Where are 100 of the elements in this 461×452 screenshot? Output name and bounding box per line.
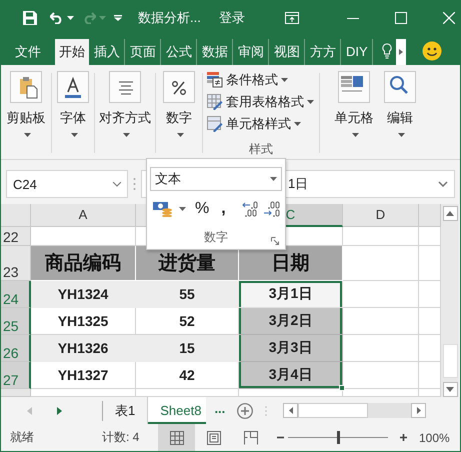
customize-icon[interactable] — [114, 14, 122, 20]
ribbon-button[interactable]: 剪贴板 — [5, 65, 47, 159]
caret-right-icon — [398, 49, 403, 55]
sheet-tab[interactable]: Sheet8 — [148, 397, 206, 424]
page-layout-icon — [206, 430, 220, 444]
dialog-launcher-icon[interactable] — [271, 237, 279, 245]
table-cell: YH1324 — [31, 281, 136, 308]
row-header[interactable]: 22 — [1, 227, 31, 246]
fill-handle[interactable] — [339, 385, 345, 391]
save-icon[interactable] — [23, 10, 37, 24]
scrollbar-thumb[interactable] — [298, 403, 368, 418]
table-cell — [419, 227, 441, 246]
maximize-icon[interactable] — [394, 12, 407, 24]
smiley-icon[interactable] — [422, 41, 442, 61]
caret-icon — [179, 207, 186, 211]
dropdown-icon — [113, 182, 121, 186]
row-header[interactable]: 24 — [1, 281, 31, 308]
ribbon-tab[interactable]: 公式 — [162, 39, 197, 65]
ribbon-tab[interactable]: 方方 — [306, 39, 341, 65]
table-cell: 15 — [136, 335, 239, 362]
ribbon-tab[interactable]: 页面 — [126, 39, 161, 65]
ribbon-tab[interactable]: 插入 — [90, 39, 125, 65]
table-cell: 3月1日 — [239, 281, 343, 308]
caret-left-icon — [288, 407, 293, 414]
more-sheets-button[interactable]: ... — [214, 401, 226, 416]
number-format-dropdown[interactable]: 文本 — [150, 167, 282, 191]
caret-icon — [352, 133, 359, 137]
decrease-decimal-icon[interactable] — [262, 201, 281, 217]
zoom-in-icon[interactable] — [400, 434, 407, 441]
ribbon-button[interactable]: 单元格 — [334, 65, 374, 159]
redo-icon — [82, 12, 96, 24]
table-cell — [419, 281, 441, 308]
comma-style-button[interactable]: , — [221, 200, 226, 218]
table-cell: YH1325 — [31, 308, 136, 335]
count-text: 计数: 4 — [102, 429, 140, 446]
previous-sheet-icon — [27, 406, 32, 414]
lightbulb-icon[interactable] — [382, 43, 392, 59]
scroll-left-button[interactable] — [283, 403, 298, 418]
table-cell: 42 — [136, 362, 239, 389]
scroll-up-button[interactable] — [442, 206, 458, 221]
ribbon-tab[interactable]: DIY — [342, 39, 373, 65]
table-cell — [419, 308, 441, 335]
sign-in-link[interactable]: 登录 — [218, 8, 245, 26]
row-header[interactable]: 25 — [1, 308, 31, 335]
style-icon — [207, 72, 223, 88]
undo-icon[interactable] — [50, 12, 64, 24]
caret-icon — [294, 122, 301, 126]
style-icon — [207, 94, 223, 110]
row-header[interactable]: 23 — [1, 246, 31, 281]
normal-view-icon — [170, 430, 184, 444]
row-header[interactable]: 26 — [1, 335, 31, 362]
close-icon[interactable] — [442, 12, 455, 24]
slider-thumb[interactable] — [337, 431, 340, 444]
scroll-down-button[interactable] — [442, 382, 458, 397]
view-button[interactable] — [158, 424, 195, 451]
ribbon-tab[interactable]: 开始 — [55, 39, 89, 65]
ribbon-button[interactable]: 对齐方式 — [99, 65, 151, 159]
zoom-out-icon[interactable] — [277, 434, 284, 441]
ribbon-menu-button[interactable]: 条件格式 — [207, 69, 315, 91]
next-sheet-icon[interactable] — [57, 406, 62, 414]
caret-icon — [177, 133, 184, 137]
divider-dots-icon — [133, 176, 136, 192]
caret-icon — [307, 100, 314, 104]
table-cell — [419, 335, 441, 362]
scrollbar-thumb[interactable] — [442, 344, 458, 378]
currency-icon[interactable] — [153, 201, 173, 217]
ribbon-menu-button[interactable]: 单元格样式 — [207, 113, 315, 135]
table-cell: 3月3日 — [239, 335, 343, 362]
column-header[interactable]: A — [31, 204, 136, 227]
ribbon-tab[interactable]: 数据 — [198, 39, 233, 65]
scroll-right-button[interactable] — [396, 39, 406, 65]
percent-button[interactable]: % — [195, 200, 210, 218]
caret-icon — [270, 177, 277, 181]
add-sheet-icon[interactable] — [237, 402, 254, 418]
caret-down-icon — [446, 387, 454, 392]
table-cell: YH1327 — [31, 362, 136, 389]
window-title: 数据分析... — [138, 8, 201, 26]
ribbon-menu-button[interactable]: 套用表格格式 — [207, 91, 315, 113]
column-header[interactable]: D — [343, 204, 419, 227]
ribbon-tab[interactable]: 审阅 — [234, 39, 269, 65]
caret-icon — [67, 16, 74, 20]
caret-icon — [24, 133, 31, 137]
caret-icon — [123, 133, 130, 137]
ribbon-display-icon[interactable] — [284, 12, 299, 24]
style-icon — [207, 116, 223, 132]
caret-icon — [398, 133, 405, 137]
name-box[interactable]: C24 — [6, 170, 128, 198]
ribbon-tab[interactable]: 文件 — [11, 39, 45, 65]
scroll-right-button[interactable] — [411, 403, 426, 418]
row-header[interactable]: 27 — [1, 362, 31, 389]
zoom-level-text[interactable]: 100% — [419, 430, 450, 444]
ribbon-tab[interactable]: 视图 — [270, 39, 305, 65]
caret-icon — [281, 78, 288, 82]
ribbon-button[interactable]: 编辑 — [380, 65, 420, 159]
ribbon-button[interactable]: 字体 — [56, 65, 90, 159]
ribbon-button[interactable]: 数字 — [160, 65, 198, 159]
table-cell: 52 — [136, 308, 239, 335]
table-cell: 3月4日 — [239, 362, 343, 389]
table-cell — [419, 362, 441, 389]
increase-decimal-icon[interactable] — [242, 201, 260, 217]
